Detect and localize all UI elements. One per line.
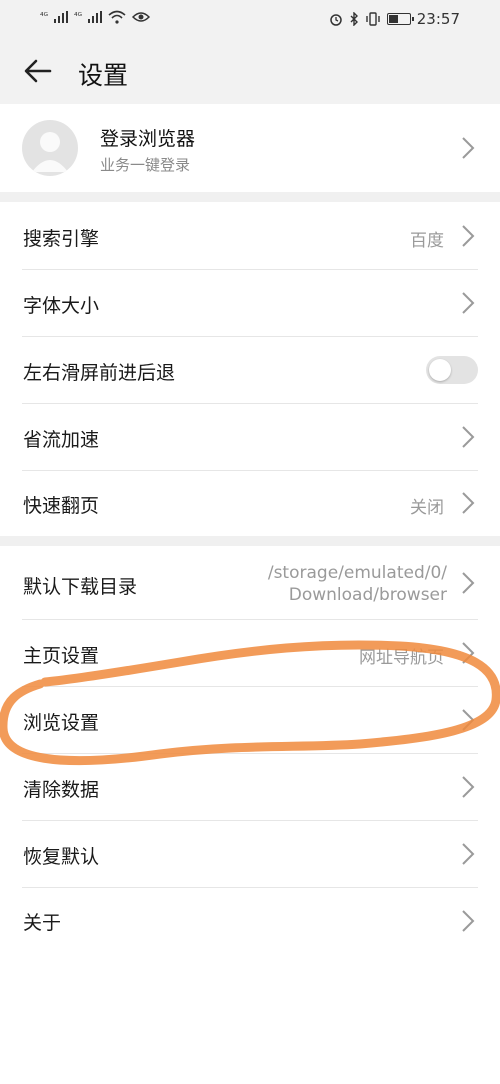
cellular-signal-2-label: ⁴ᴳ (74, 12, 82, 22)
setting-label: 省流加速 (23, 429, 100, 451)
setting-label: 主页设置 (23, 645, 100, 667)
setting-download-dir[interactable]: 默认下载目录 /storage/emulated/0/ Download/bro… (0, 546, 500, 619)
chevron-right-icon (462, 137, 475, 159)
setting-label: 左右滑屏前进后退 (23, 362, 176, 384)
setting-clear-data[interactable]: 清除数据 (0, 754, 500, 820)
status-icons-right: 23:57 (329, 10, 460, 28)
download-path-line-1: /storage/emulated/0/ (267, 563, 447, 583)
setting-about[interactable]: 关于 (0, 888, 500, 954)
page-title: 设置 (78, 61, 129, 90)
setting-font-size[interactable]: 字体大小 (0, 270, 500, 337)
swipe-nav-toggle[interactable] (426, 356, 478, 384)
setting-value: 网址导航页 (359, 648, 444, 668)
chevron-right-icon (462, 492, 475, 514)
back-arrow-icon[interactable] (22, 54, 56, 88)
signal-bars-1-icon (54, 11, 68, 23)
download-path: /storage/emulated/0/ Download/browser (268, 562, 447, 606)
account-login-row[interactable]: 登录浏览器 业务一键登录 (0, 104, 500, 192)
setting-label: 恢复默认 (23, 846, 100, 868)
app-bar: 设置 (0, 40, 500, 104)
section-gap (0, 536, 500, 546)
setting-restore-default[interactable]: 恢复默认 (0, 821, 500, 887)
wifi-icon (108, 10, 126, 24)
setting-value: 百度 (410, 231, 444, 251)
alarm-icon (330, 14, 342, 26)
chevron-right-icon (462, 642, 475, 664)
setting-homepage[interactable]: 主页设置 网址导航页 (0, 620, 500, 686)
chevron-right-icon (462, 572, 475, 594)
chevron-right-icon (462, 426, 475, 448)
setting-value: 关闭 (410, 498, 444, 518)
status-icons-left: ⁴ᴳ ⁴ᴳ (40, 10, 150, 24)
chevron-right-icon (462, 776, 475, 798)
setting-data-saver[interactable]: 省流加速 (0, 404, 500, 470)
toggle-knob (429, 359, 451, 381)
setting-quick-page[interactable]: 快速翻页 关闭 (0, 471, 500, 536)
status-time: 23:57 (416, 10, 460, 28)
setting-browse[interactable]: 浏览设置 (0, 687, 500, 753)
account-subtitle: 业务一键登录 (100, 156, 191, 174)
setting-label: 关于 (23, 912, 62, 934)
setting-search-engine[interactable]: 搜索引擎 百度 (0, 202, 500, 270)
account-title: 登录浏览器 (100, 128, 196, 150)
section-gap (0, 192, 500, 202)
setting-label: 搜索引擎 (23, 228, 100, 250)
download-path-line-2: Download/browser (288, 585, 447, 605)
vibrate-icon (366, 12, 380, 26)
eye-comfort-icon (132, 12, 150, 22)
status-bar: ⁴ᴳ ⁴ᴳ 23:57 (0, 0, 500, 40)
cellular-signal-1-label: ⁴ᴳ (40, 12, 48, 22)
setting-label: 清除数据 (23, 779, 100, 801)
signal-bars-2-icon (88, 11, 102, 23)
setting-label: 字体大小 (23, 295, 100, 317)
chevron-right-icon (462, 843, 475, 865)
default-user-icon (32, 132, 68, 172)
chevron-right-icon (462, 225, 475, 247)
bluetooth-icon (350, 12, 358, 26)
setting-label: 默认下载目录 (23, 576, 138, 598)
avatar (22, 120, 78, 176)
chevron-right-icon (462, 910, 475, 932)
chevron-right-icon (462, 292, 475, 314)
setting-label: 快速翻页 (23, 495, 100, 517)
setting-label: 浏览设置 (23, 712, 100, 734)
battery-level-fill (388, 15, 398, 23)
chevron-right-icon (462, 709, 475, 731)
battery-icon (386, 13, 414, 25)
setting-swipe-navigation: 左右滑屏前进后退 (0, 337, 500, 404)
